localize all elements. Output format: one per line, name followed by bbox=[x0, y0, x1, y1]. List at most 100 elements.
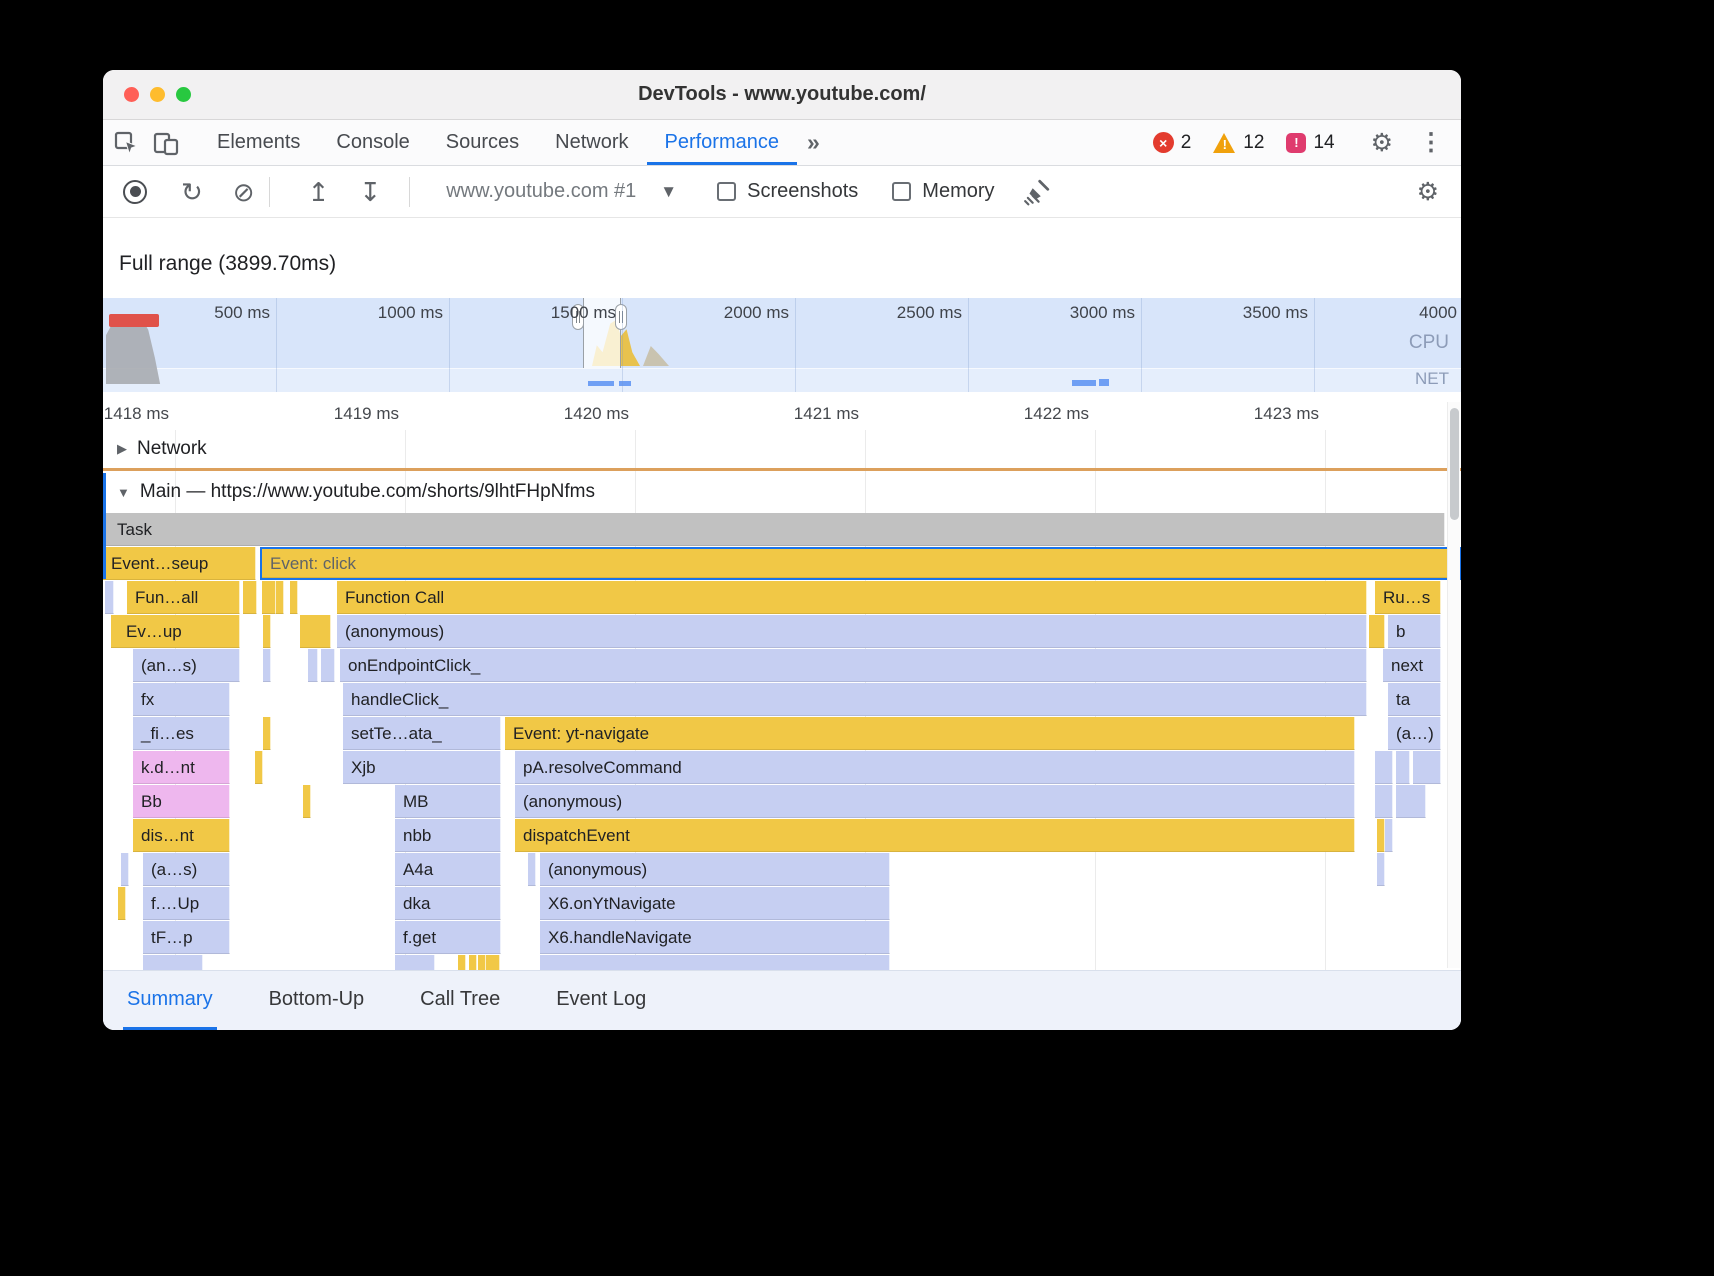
flame-bar-f-up[interactable]: f.…Up bbox=[143, 887, 230, 920]
flame-bar-ta[interactable]: ta bbox=[1388, 683, 1441, 716]
flame-bar[interactable] bbox=[395, 955, 435, 970]
tab-network[interactable]: Network bbox=[537, 120, 646, 165]
flame-chart[interactable]: TaskEvent…seupEvent: clickFun…allFunctio… bbox=[103, 513, 1461, 970]
devtools-menu-button[interactable]: ⋮ bbox=[1419, 128, 1443, 157]
inspect-element-button[interactable] bbox=[109, 126, 143, 160]
flame-bar-function-call[interactable]: Function Call bbox=[337, 581, 1367, 614]
flame-bar[interactable] bbox=[469, 955, 477, 970]
flame-bar[interactable] bbox=[1385, 819, 1393, 852]
bottom-tab-bottom-up[interactable]: Bottom-Up bbox=[265, 971, 369, 1030]
device-toolbar-button[interactable] bbox=[149, 126, 183, 160]
flame-bar[interactable] bbox=[255, 751, 263, 784]
flame-bar-anonymous[interactable]: (anonymous) bbox=[540, 853, 890, 886]
flame-bar-a4a[interactable]: A4a bbox=[395, 853, 501, 886]
flame-bar[interactable] bbox=[528, 853, 536, 886]
flame-bar[interactable] bbox=[321, 649, 335, 682]
overview-strip[interactable]: CPU NET 500 ms1000 ms1500 ms2000 ms2500 … bbox=[103, 298, 1461, 392]
issues-badge[interactable]: ! 14 bbox=[1286, 132, 1334, 154]
flame-bar-tf-p[interactable]: tF…p bbox=[143, 921, 230, 954]
flame-bar-event-yt-navigate[interactable]: Event: yt-navigate bbox=[505, 717, 1355, 750]
flame-bar[interactable] bbox=[263, 717, 271, 750]
flame-bar[interactable] bbox=[290, 581, 298, 614]
flame-bar-a[interactable]: (a…) bbox=[1388, 717, 1441, 750]
scrollbar-thumb[interactable] bbox=[1450, 408, 1459, 520]
flame-bar-task[interactable]: Task bbox=[103, 513, 1445, 546]
flame-bar-b[interactable]: b bbox=[1388, 615, 1441, 648]
more-tabs-button[interactable]: » bbox=[797, 129, 830, 156]
flame-bar-dispatchevent[interactable]: dispatchEvent bbox=[515, 819, 1355, 852]
save-profile-button[interactable]: ↧ bbox=[359, 179, 381, 205]
devtools-settings-button[interactable]: ⚙ bbox=[1371, 128, 1393, 158]
flame-bar-anonymous[interactable]: (anonymous) bbox=[515, 785, 1355, 818]
flame-bar-bb[interactable]: Bb bbox=[133, 785, 230, 818]
reload-and-record-button[interactable]: ↻ bbox=[181, 179, 203, 205]
flame-bar-an-s[interactable]: (an…s) bbox=[133, 649, 240, 682]
flame-bar[interactable] bbox=[263, 615, 271, 648]
flame-bar[interactable] bbox=[263, 649, 271, 682]
flame-bar[interactable] bbox=[268, 581, 276, 614]
network-track-header[interactable]: ▶ Network bbox=[103, 432, 1461, 466]
tab-sources[interactable]: Sources bbox=[428, 120, 537, 165]
load-profile-button[interactable]: ↥ bbox=[308, 179, 330, 205]
flame-bar[interactable] bbox=[1375, 751, 1393, 784]
flame-bar[interactable] bbox=[303, 785, 311, 818]
error-badge[interactable]: × 2 bbox=[1153, 132, 1192, 154]
flame-bar[interactable] bbox=[1413, 751, 1441, 784]
flame-bar-next[interactable]: next bbox=[1383, 649, 1441, 682]
flame-bar-pa-resolvecommand[interactable]: pA.resolveCommand bbox=[515, 751, 1355, 784]
flame-bar-fx[interactable]: fx bbox=[133, 683, 230, 716]
flame-bar[interactable] bbox=[540, 955, 890, 970]
flame-bar-f-get[interactable]: f.get bbox=[395, 921, 501, 954]
flame-bar-x6-onytnavigate[interactable]: X6.onYtNavigate bbox=[540, 887, 890, 920]
flame-bar[interactable] bbox=[478, 955, 486, 970]
flame-bar[interactable] bbox=[1396, 751, 1410, 784]
bottom-tab-call-tree[interactable]: Call Tree bbox=[416, 971, 504, 1030]
flame-bar[interactable] bbox=[458, 955, 466, 970]
flame-bar-dka[interactable]: dka bbox=[395, 887, 501, 920]
profile-select[interactable]: www.youtube.com #1 ▼ bbox=[446, 180, 677, 203]
collect-garbage-button[interactable] bbox=[1023, 178, 1051, 206]
flame-bar-dis-nt[interactable]: dis…nt bbox=[133, 819, 230, 852]
network-track-divider[interactable] bbox=[103, 468, 1461, 471]
tab-performance[interactable]: Performance bbox=[647, 120, 798, 165]
flame-bar[interactable] bbox=[1377, 819, 1385, 852]
flame-bar[interactable] bbox=[249, 581, 257, 614]
flame-bar-fi-es[interactable]: _fi…es bbox=[133, 717, 230, 750]
flame-bar-ru-s[interactable]: Ru…s bbox=[1375, 581, 1441, 614]
flame-bar-xjb[interactable]: Xjb bbox=[343, 751, 501, 784]
collapsed-triangle-icon[interactable]: ▶ bbox=[117, 441, 127, 457]
record-button[interactable] bbox=[123, 180, 147, 204]
main-track-header[interactable]: ▼ Main — https://www.youtube.com/shorts/… bbox=[103, 473, 1461, 511]
flame-bar-x6-handlenavigate[interactable]: X6.handleNavigate bbox=[540, 921, 890, 954]
flame-bar[interactable] bbox=[1375, 785, 1393, 818]
flame-bar[interactable] bbox=[276, 581, 284, 614]
flame-bar[interactable] bbox=[308, 649, 318, 682]
flame-bar-k-d-nt[interactable]: k.d…nt bbox=[133, 751, 230, 784]
bottom-tab-summary[interactable]: Summary bbox=[123, 971, 217, 1030]
clear-recording-button[interactable]: ⊘ bbox=[233, 179, 255, 205]
flame-bar[interactable] bbox=[486, 955, 500, 970]
flame-bar[interactable] bbox=[300, 615, 331, 648]
memory-checkbox[interactable] bbox=[892, 182, 911, 201]
tab-elements[interactable]: Elements bbox=[199, 120, 318, 165]
flame-bar[interactable] bbox=[143, 955, 203, 970]
tab-console[interactable]: Console bbox=[318, 120, 427, 165]
screenshots-checkbox[interactable] bbox=[717, 182, 736, 201]
flame-bar-nbb[interactable]: nbb bbox=[395, 819, 501, 852]
flame-bar-mb[interactable]: MB bbox=[395, 785, 501, 818]
flame-bar-a-s[interactable]: (a…s) bbox=[143, 853, 230, 886]
flame-bar-onendpointclick[interactable]: onEndpointClick_ bbox=[340, 649, 1367, 682]
flame-bar[interactable] bbox=[121, 853, 129, 886]
capture-settings-button[interactable]: ⚙ bbox=[1417, 177, 1439, 207]
flame-bar-event-click[interactable]: Event: click bbox=[260, 547, 1461, 580]
flame-bar[interactable] bbox=[105, 581, 114, 614]
flame-bar[interactable] bbox=[1377, 853, 1385, 886]
flame-scrollbar[interactable] bbox=[1447, 402, 1460, 968]
bottom-tab-event-log[interactable]: Event Log bbox=[552, 971, 650, 1030]
flame-bar-fun-all[interactable]: Fun…all bbox=[127, 581, 240, 614]
flame-bar-handleclick[interactable]: handleClick_ bbox=[343, 683, 1367, 716]
flame-bar-sette-ata[interactable]: setTe…ata_ bbox=[343, 717, 501, 750]
flame-bar[interactable] bbox=[118, 887, 126, 920]
flame-bar-ev-up[interactable]: Ev…up bbox=[118, 615, 240, 648]
expanded-triangle-icon[interactable]: ▼ bbox=[117, 485, 130, 500]
